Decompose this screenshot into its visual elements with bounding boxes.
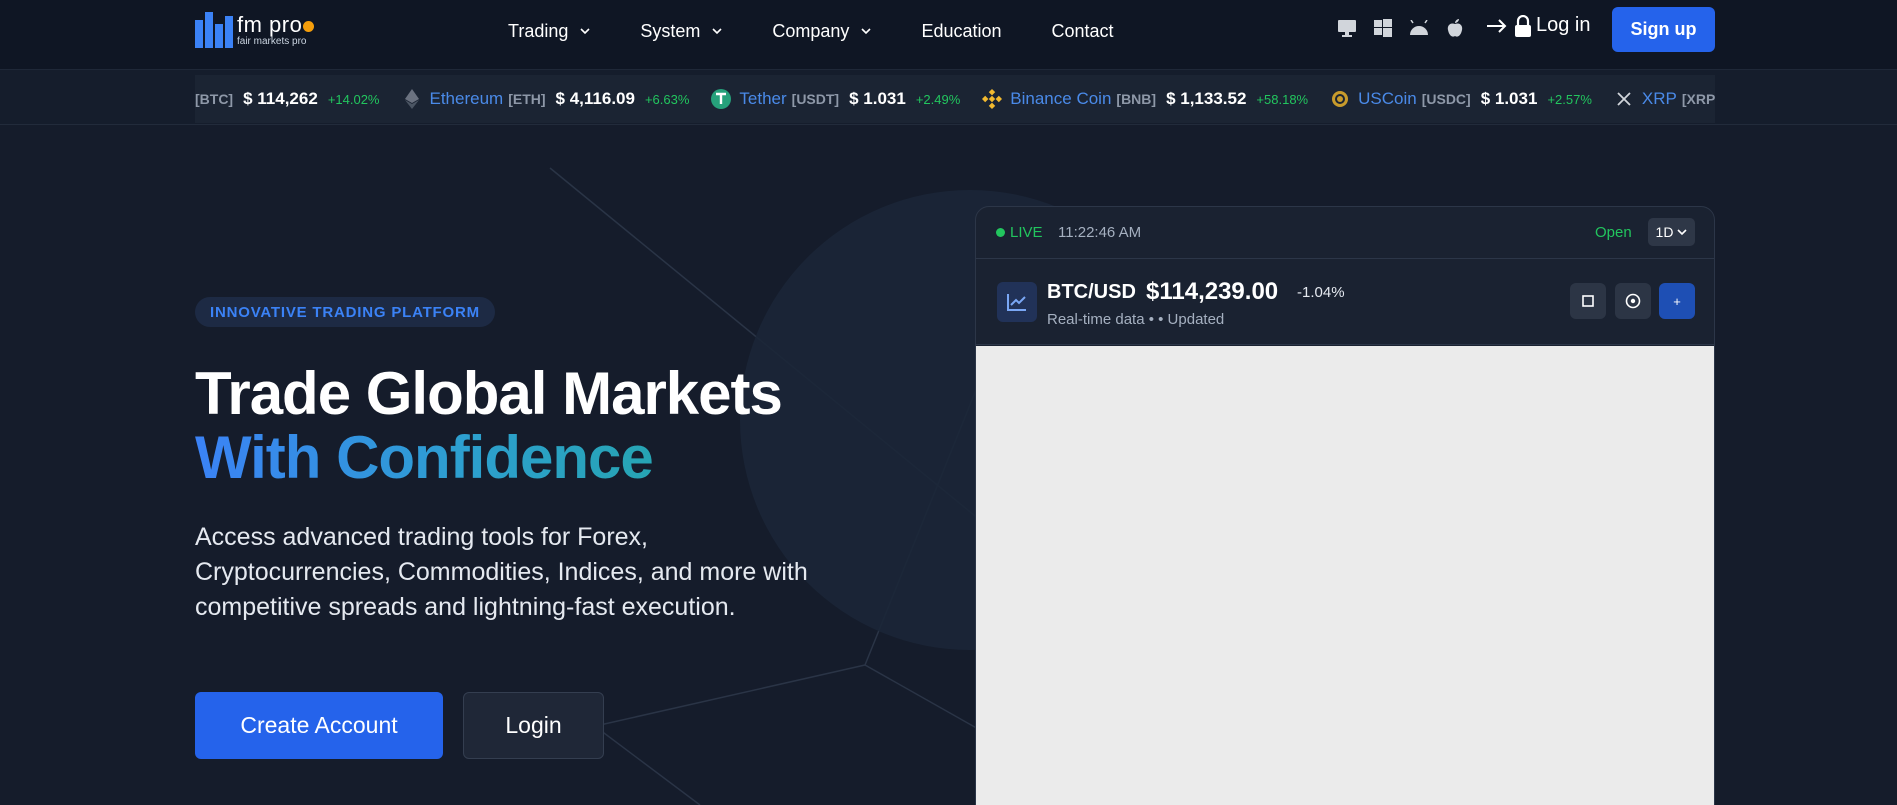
ticker-change: +58.18% — [1256, 91, 1309, 107]
plus-icon: + — [1673, 293, 1681, 309]
chevron-down-icon — [861, 28, 872, 35]
square-icon — [1582, 295, 1594, 307]
hero-title-line2: With Confidence — [195, 426, 782, 490]
ticker-change: +14.02% — [327, 91, 380, 107]
ticker-item-usdt[interactable]: Tether [USDT] $ 1.031 +2.49% — [711, 89, 960, 109]
ticker-change: +2.57% — [1547, 91, 1592, 107]
pair-change: -1.04% — [1297, 284, 1345, 301]
ticker-change: +6.63% — [644, 91, 690, 107]
widget-time: 11:22:46 AM — [1058, 224, 1142, 241]
market-status: Open — [1595, 224, 1632, 241]
chevron-down-icon — [1677, 229, 1688, 236]
pair-symbol: BTC/USD — [1047, 281, 1136, 303]
timeframe-value: 1D — [1655, 224, 1674, 240]
fullscreen-button[interactable] — [1570, 283, 1606, 319]
binance-icon — [982, 88, 1003, 110]
ticker-item-xrp[interactable]: XRP [XRP] — [1614, 89, 1715, 109]
logo-bars-icon — [195, 12, 233, 48]
nav-item-company[interactable]: Company — [772, 20, 872, 42]
ticker-symbol: [BTC] — [195, 91, 234, 107]
chart-line-icon — [997, 282, 1037, 322]
usdcoin-icon — [1330, 89, 1350, 109]
ticker-price: $ 1.031 — [1480, 89, 1538, 108]
hero-badge: INNOVATIVE TRADING PLATFORM — [195, 297, 495, 327]
tether-icon — [711, 89, 732, 109]
xrp-icon — [1614, 89, 1634, 109]
nav-label: Contact — [1051, 20, 1114, 41]
ethereum-icon — [402, 89, 422, 109]
windows-icon[interactable] — [1372, 17, 1394, 39]
live-dot-icon — [996, 228, 1005, 237]
lock-icon — [1514, 14, 1532, 37]
target-button[interactable] — [1615, 283, 1651, 319]
hero-title: Trade Global Markets With Confidence — [195, 360, 783, 490]
ticker-symbol: [XRP] — [1681, 91, 1715, 107]
live-indicator: LIVE — [996, 224, 1043, 241]
ticker-change: +2.49% — [915, 91, 961, 107]
ticker-price: $ 4,116.09 — [555, 89, 635, 108]
pair-price: $114,239.00 — [1146, 278, 1279, 305]
ticker-name: Binance Coin — [1010, 89, 1112, 108]
brand-logo[interactable]: fm pro fair markets pro — [195, 10, 330, 48]
hero-login-button[interactable]: Login — [463, 692, 604, 759]
ticker-item-eth[interactable]: Ethereum [ETH] $ 4,116.09 +6.63% — [402, 89, 690, 109]
chevron-down-icon — [712, 28, 722, 35]
nav-label: Trading — [508, 20, 569, 41]
target-icon — [1625, 293, 1641, 309]
ticker-symbol: [BNB] — [1116, 91, 1157, 107]
hero-title-line1: Trade Global Markets — [195, 360, 783, 427]
android-icon[interactable] — [1408, 17, 1430, 39]
ticker-item-btc[interactable]: [BTC] $ 114,262 +14.02% — [195, 89, 380, 109]
timeframe-select[interactable]: 1D — [1648, 218, 1695, 246]
widget-header: BTC/USD $114,239.00 -1.04% Real-time dat… — [976, 259, 1714, 345]
nav-item-trading[interactable]: Trading — [508, 21, 590, 42]
ticker-symbol: [ETH] — [508, 91, 546, 107]
main-menu: Trading System Company Education Contact — [508, 0, 1164, 62]
chart-canvas[interactable] — [976, 346, 1714, 805]
ticker-symbol: [USDT] — [791, 91, 840, 107]
ticker-price: $ 114,262 — [243, 89, 318, 108]
ticker-symbol: [USDC] — [1421, 91, 1471, 107]
chevron-down-icon — [580, 28, 590, 35]
hero-description: Access advanced trading tools for Forex,… — [195, 523, 808, 621]
platform-links — [1336, 17, 1466, 39]
live-label: LIVE — [1010, 224, 1043, 241]
live-chart-widget: LIVE 11:22:46 AM Open 1D BTC/USD $114,23… — [975, 206, 1715, 805]
nav-label: Company — [772, 20, 850, 41]
top-navigation: fm pro fair markets pro Trading System C… — [0, 0, 1897, 70]
ticker-name: USCoin — [1358, 89, 1417, 108]
ticker-price: $ 1.031 — [849, 89, 906, 108]
nav-item-contact[interactable]: Contact — [1052, 21, 1114, 42]
ticker-name: Ethereum — [429, 89, 504, 108]
pair-subtitle: Real-time data • • Updated — [1047, 311, 1225, 328]
ticker-item-usdc[interactable]: USCoin [USDC] $ 1.031 +2.57% — [1330, 89, 1592, 109]
ticker-item-bnb[interactable]: Binance Coin [BNB] $ 1,133.52 +58.18% — [982, 88, 1309, 110]
nav-label: Education — [921, 20, 1002, 41]
ticker-price: $ 1,133.52 — [1166, 89, 1247, 108]
login-arrow-icon — [1486, 17, 1510, 35]
logo-wordmark: fm pro — [237, 12, 315, 38]
ticker-name: XRP — [1641, 89, 1677, 108]
desktop-icon[interactable] — [1336, 17, 1358, 39]
logo-tagline: fair markets pro — [237, 36, 307, 47]
widget-status-bar: LIVE 11:22:46 AM Open 1D — [976, 207, 1714, 259]
login-label: Log in — [1536, 14, 1591, 36]
signup-button[interactable]: Sign up — [1612, 7, 1715, 52]
nav-label: System — [640, 20, 701, 41]
apple-icon[interactable] — [1444, 17, 1466, 39]
price-ticker: [BTC] $ 114,262 +14.02% Ethereum [ETH] $… — [195, 75, 1715, 123]
create-account-button[interactable]: Create Account — [195, 692, 443, 759]
nav-item-system[interactable]: System — [640, 21, 722, 42]
ticker-name: Tether — [739, 89, 787, 108]
add-button[interactable]: + — [1659, 283, 1695, 319]
login-link[interactable]: Log in — [1486, 14, 1591, 37]
nav-item-education[interactable]: Education — [921, 21, 1001, 42]
